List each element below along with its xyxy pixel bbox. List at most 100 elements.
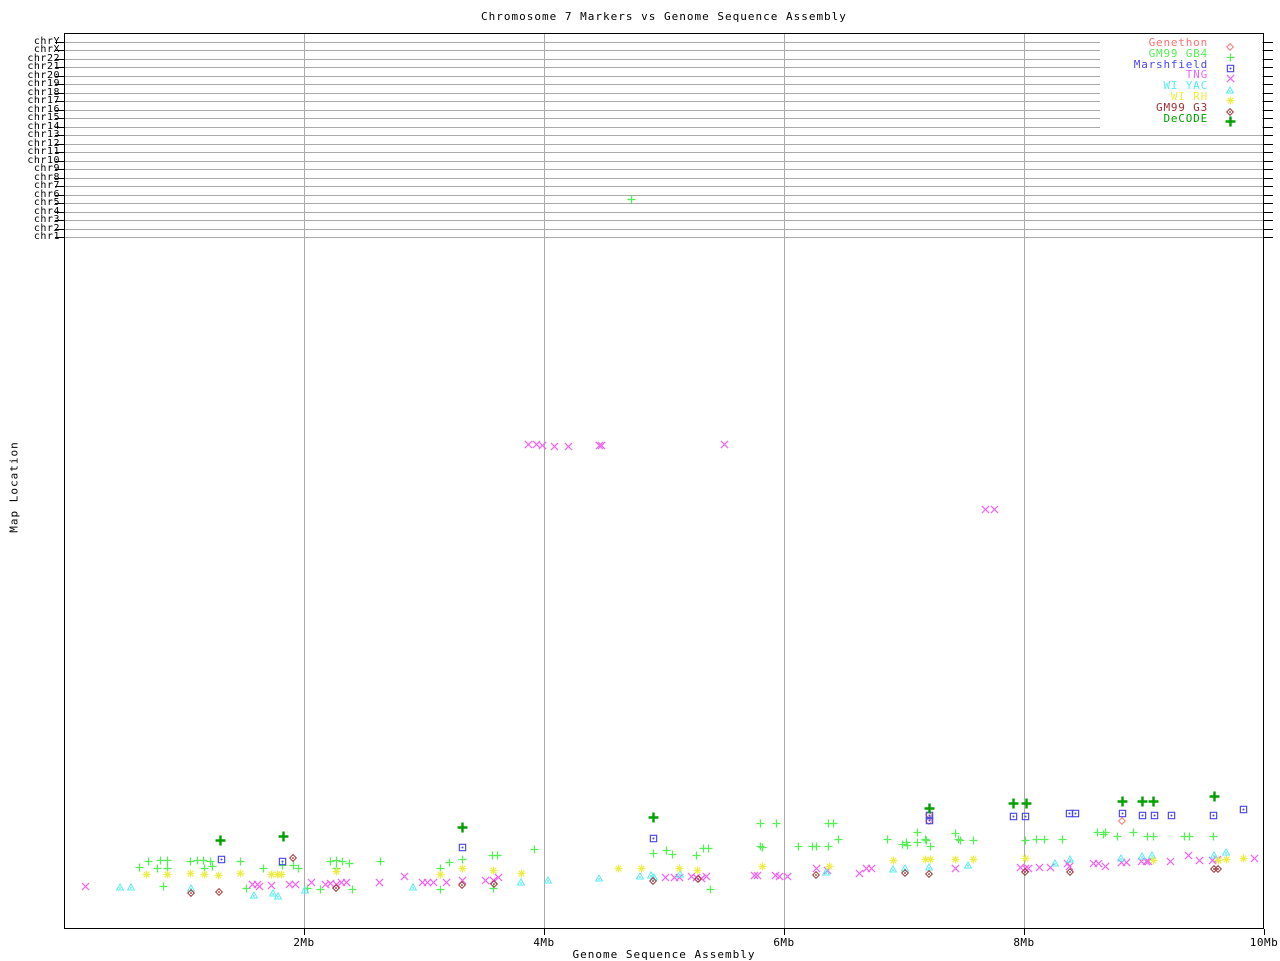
marker-wi-rh: [926, 855, 935, 864]
marker-tng: [255, 882, 264, 891]
legend-symbol-tng-icon: [1223, 68, 1237, 83]
x-tick-8mb: [1024, 929, 1025, 935]
legend-symbol-wi-rh-icon: [1223, 90, 1237, 105]
marker-gm99-gb4: [376, 856, 385, 866]
marker-decode: [1148, 796, 1159, 807]
y-tick-right-chr14: [1264, 126, 1273, 128]
marker-gm99-g3: [901, 869, 910, 878]
marker-decode: [215, 835, 226, 846]
x-tick-2mb: [304, 929, 305, 935]
y-gridline-chr6: [64, 194, 1264, 196]
marker-marshfield: [1021, 812, 1030, 821]
y-gridline-chr19: [64, 84, 1264, 86]
marker-gm99-g3: [1021, 867, 1030, 876]
y-tick-right-chr17: [1264, 101, 1273, 103]
marker-wi-yac: [249, 891, 258, 899]
y-gridline-chr5: [64, 203, 1264, 205]
y-gridline-chr17: [64, 101, 1264, 103]
marker-tng: [375, 878, 384, 888]
marker-gm99-gb4: [1113, 832, 1122, 841]
plot-frame: [64, 33, 1264, 929]
marker-gm99-g3: [289, 854, 298, 863]
marker-tng: [442, 878, 451, 887]
y-gridline-chr9: [64, 169, 1264, 171]
y-tick-right-chr4: [1264, 211, 1273, 213]
marker-gm99-gb4: [1129, 828, 1138, 837]
y-tick-right-chr22: [1264, 58, 1273, 60]
x-tick-6mb: [784, 929, 785, 935]
marker-gm99-gb4: [829, 819, 838, 828]
marker-gm99-gb4: [755, 819, 765, 828]
y-gridline-chr7: [64, 186, 1264, 188]
y-gridline-chr4: [64, 211, 1264, 213]
marker-wi-rh: [675, 864, 684, 873]
y-gridline-chr21: [64, 67, 1264, 69]
marker-wi-rh: [951, 855, 960, 864]
marker-wi-yac: [888, 864, 898, 873]
marker-decode: [278, 831, 289, 842]
marker-tng: [701, 872, 711, 881]
legend-symbol-marshfield-icon: [1223, 58, 1237, 72]
y-gridline-chr11: [64, 152, 1264, 154]
legend-symbol-gm99-gb4-icon: [1223, 47, 1237, 62]
marker-gm99-g3: [693, 874, 702, 883]
marker-tng: [400, 872, 409, 881]
legend-symbol-gm99-g3-icon: [1223, 101, 1237, 116]
y-gridline-chr3: [64, 220, 1264, 222]
marker-tng: [951, 864, 960, 873]
marker-gm99-gb4: [445, 858, 454, 867]
legend-symbol-decode-icon: [1223, 112, 1237, 127]
marker-gm99-gb4: [794, 842, 803, 852]
y-tick-right-chr13: [1264, 135, 1273, 137]
y-tick-right-chr15: [1264, 118, 1273, 120]
y-gridline-chr10: [64, 160, 1264, 162]
marker-wi-rh: [614, 864, 623, 873]
marker-marshfield: [1009, 812, 1018, 821]
chromosome-marker-scatter-chart: Chromosome 7 Markers vs Genome Sequence …: [0, 0, 1280, 961]
marker-gm99-g3: [332, 884, 341, 893]
marker-gm99-gb4: [956, 836, 965, 845]
marker-wi-yac: [543, 876, 552, 884]
x-tick-label-4mb: 4Mb: [533, 936, 555, 949]
marker-wi-rh: [1021, 854, 1030, 863]
y-gridline-chr14: [64, 126, 1264, 128]
marker-wi-rh: [200, 870, 209, 879]
marker-wi-rh: [186, 869, 195, 878]
marker-gm99-gb4: [883, 834, 892, 844]
marker-tng: [661, 873, 670, 882]
x-tick-label-2mb: 2Mb: [293, 936, 315, 949]
y-gridline-chrx: [64, 50, 1264, 51]
marker-tng: [1184, 851, 1193, 860]
marker-wi-rh: [1149, 856, 1158, 865]
marker-gm99-gb4: [159, 882, 168, 891]
marker-wi-rh: [758, 862, 767, 871]
marker-tng: [719, 440, 729, 449]
y-gridline-chr20: [64, 75, 1264, 77]
y-tick-right-chrx: [1264, 50, 1273, 51]
marker-decode: [1117, 796, 1128, 807]
y-tick-right-chr2: [1264, 228, 1273, 230]
marker-gm99-g3: [458, 880, 467, 889]
marker-marshfield: [1150, 811, 1159, 820]
marker-tng: [341, 878, 351, 887]
marker-gm99-gb4: [153, 863, 162, 873]
marker-marshfield: [278, 857, 287, 866]
x-axis-label: Genome Sequence Assembly: [572, 948, 756, 961]
y-tick-right-chr1: [1264, 237, 1273, 239]
marker-wi-rh: [637, 864, 646, 873]
marker-gm99-gb4: [704, 844, 713, 853]
marker-tng: [1166, 857, 1175, 866]
y-tick-right-chr9: [1264, 169, 1273, 171]
marker-wi-yac: [126, 882, 136, 891]
marker-decode: [457, 822, 468, 833]
x-gridline-4mb: [544, 33, 545, 929]
marker-wi-yac: [273, 892, 282, 900]
marker-decode: [1021, 798, 1032, 809]
marker-wi-rh: [969, 855, 978, 864]
y-tick-right-chr19: [1264, 84, 1273, 86]
marker-tng: [1035, 863, 1044, 872]
marker-decode: [1209, 791, 1220, 802]
marker-gm99-gb4: [293, 863, 303, 873]
y-tick-right-chr16: [1264, 109, 1273, 111]
marker-tng: [538, 441, 547, 450]
